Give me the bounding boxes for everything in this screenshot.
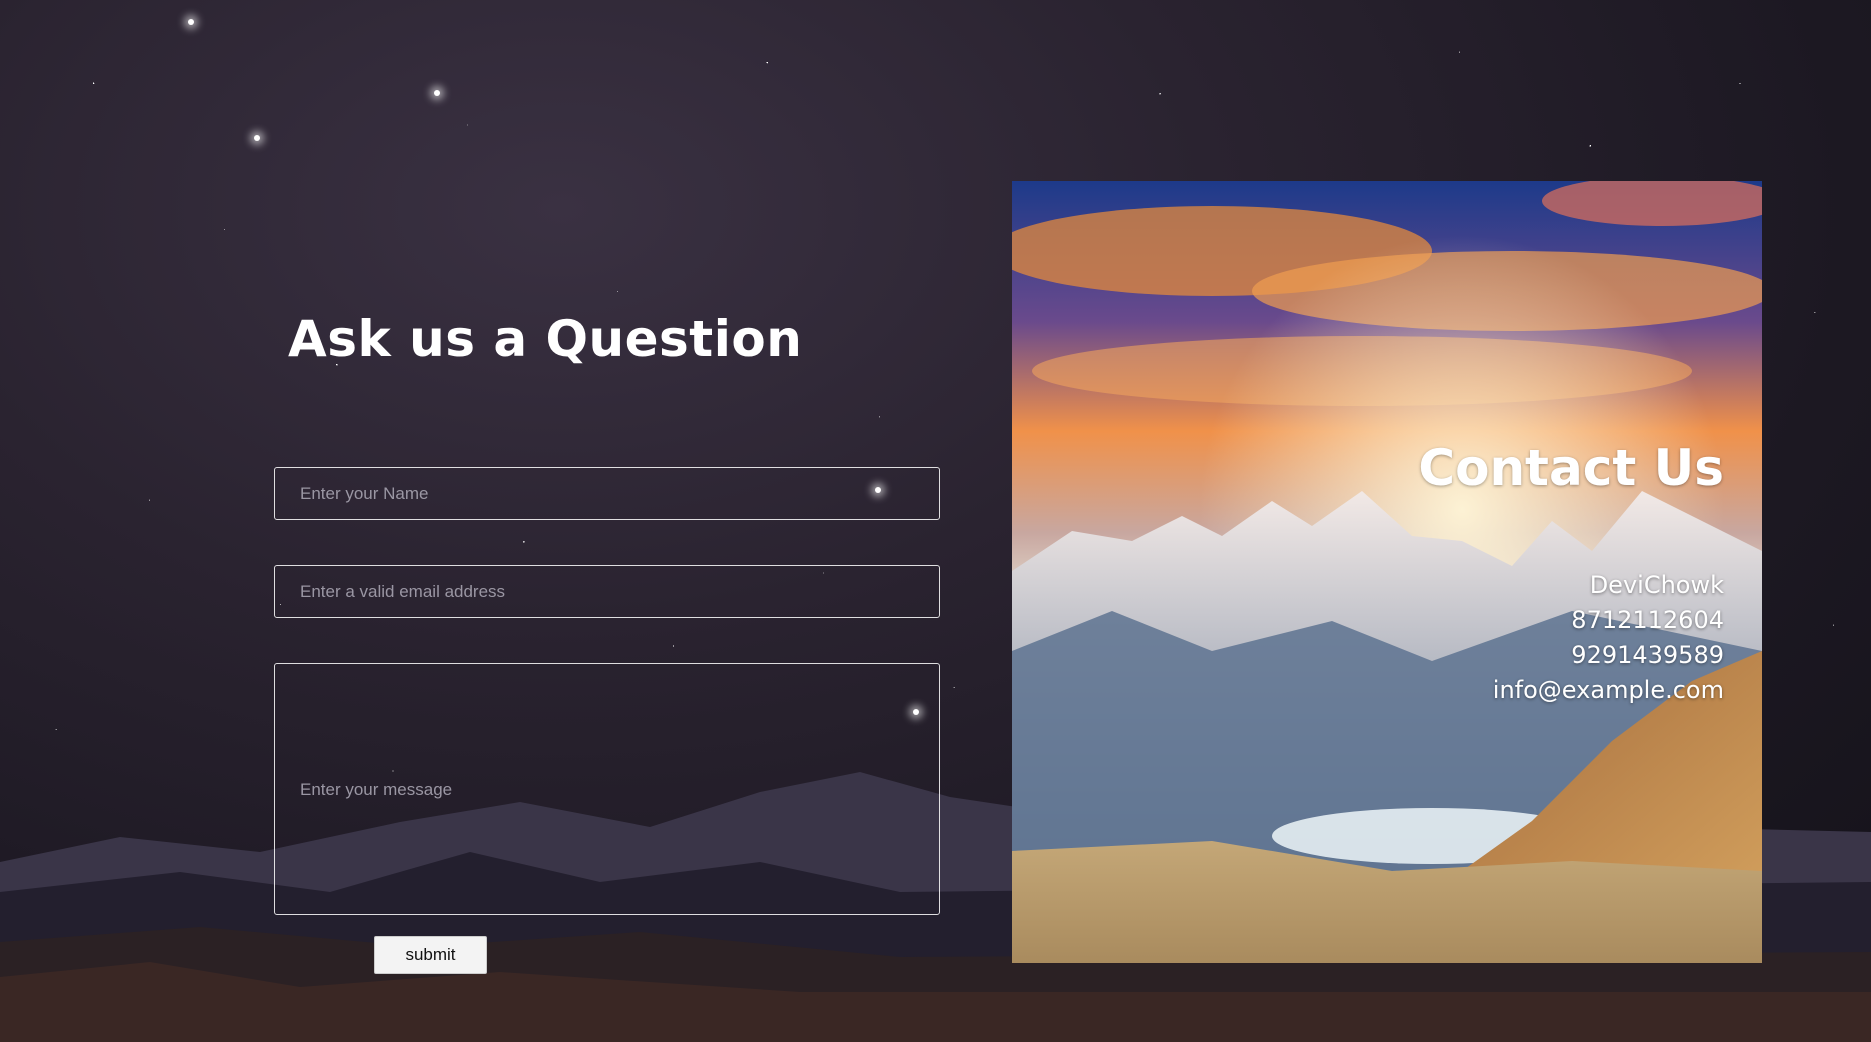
bright-star	[188, 19, 194, 25]
email-input[interactable]	[274, 565, 940, 618]
contact-title: Contact Us	[1418, 439, 1724, 497]
contact-phone-2: 9291439589	[1571, 641, 1724, 669]
submit-button[interactable]: submit	[374, 936, 487, 974]
contact-info: DeviChowk 8712112604 9291439589 info@exa…	[1493, 568, 1724, 708]
bright-star	[254, 135, 260, 141]
contact-email: info@example.com	[1492, 676, 1724, 704]
contact-name: DeviChowk	[1589, 571, 1724, 599]
contact-card: Contact Us DeviChowk 8712112604 92914395…	[1012, 181, 1762, 963]
bright-star	[434, 90, 440, 96]
form-heading: Ask us a Question	[288, 310, 803, 368]
contact-phone-1: 8712112604	[1571, 606, 1724, 634]
name-input[interactable]	[274, 467, 940, 520]
message-textarea[interactable]	[274, 663, 940, 915]
